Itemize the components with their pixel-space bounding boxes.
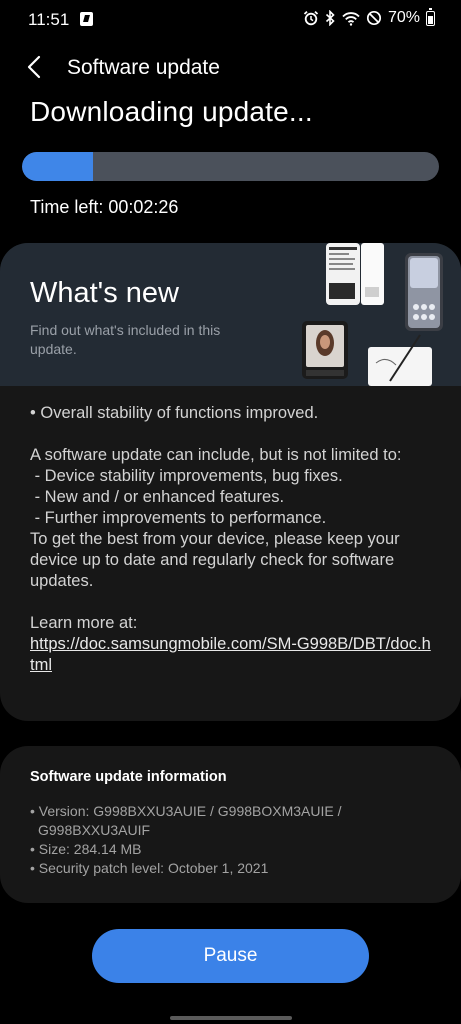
devices-illustration	[302, 243, 443, 386]
release-note-intro: • Overall stability of functions improve…	[30, 404, 319, 422]
status-icons: 70%	[303, 7, 435, 27]
status-time: 11:51	[28, 10, 70, 29]
chevron-left-icon	[27, 55, 41, 79]
update-info-card: Software update information • Version: G…	[0, 746, 461, 903]
status-bar: 11:51 70%	[0, 0, 461, 40]
bluetooth-icon	[325, 10, 336, 26]
whats-new-subtitle: Find out what's included in this update.	[30, 322, 221, 357]
page-title: Software update	[67, 56, 220, 79]
home-indicator	[170, 1016, 292, 1020]
whats-new-banner: What's new Find out what's included in t…	[0, 243, 461, 386]
list-item: - Device stability improvements, bug fix…	[30, 467, 343, 485]
learn-more-link[interactable]: https://doc.samsungmobile.com/SM-G998B/D…	[30, 635, 431, 674]
wifi-icon	[342, 11, 360, 26]
security-patch-info: • Security patch level: October 1, 2021	[30, 860, 269, 876]
alarm-icon	[303, 10, 319, 26]
release-notes: • Overall stability of functions improve…	[30, 403, 435, 676]
battery-icon	[426, 7, 435, 26]
battery-percent: 70%	[387, 9, 420, 26]
version-info: • Version: G998BXXU3AUIE / G998BOXM3AUIE…	[30, 803, 342, 819]
whats-new-card: What's new Find out what's included in t…	[0, 243, 461, 721]
download-progress-fill	[22, 152, 93, 181]
download-heading: Downloading update...	[30, 96, 313, 127]
version-info-cont: G998BXXU3AUIF	[38, 822, 151, 838]
size-info: • Size: 284.14 MB	[30, 841, 142, 857]
pause-button[interactable]: Pause	[92, 929, 369, 983]
message-app-icon	[80, 12, 93, 26]
whats-new-title: What's new	[30, 277, 179, 309]
update-info-list: • Version: G998BXXU3AUIE / G998BOXM3AUIE…	[30, 802, 430, 878]
list-item: - New and / or enhanced features.	[30, 488, 285, 506]
list-item: - Further improvements to performance.	[30, 509, 327, 527]
download-progress-bar	[22, 152, 439, 181]
release-note-closing: To get the best from your device, please…	[30, 530, 400, 590]
learn-more-label: Learn more at:	[30, 614, 138, 632]
time-left-label: Time left: 00:02:26	[30, 197, 179, 217]
release-note-paragraph: A software update can include, but is no…	[30, 446, 402, 464]
app-bar: Software update	[0, 44, 461, 90]
update-info-title: Software update information	[30, 769, 227, 785]
back-button[interactable]	[18, 50, 50, 84]
do-not-disturb-icon	[366, 10, 382, 26]
